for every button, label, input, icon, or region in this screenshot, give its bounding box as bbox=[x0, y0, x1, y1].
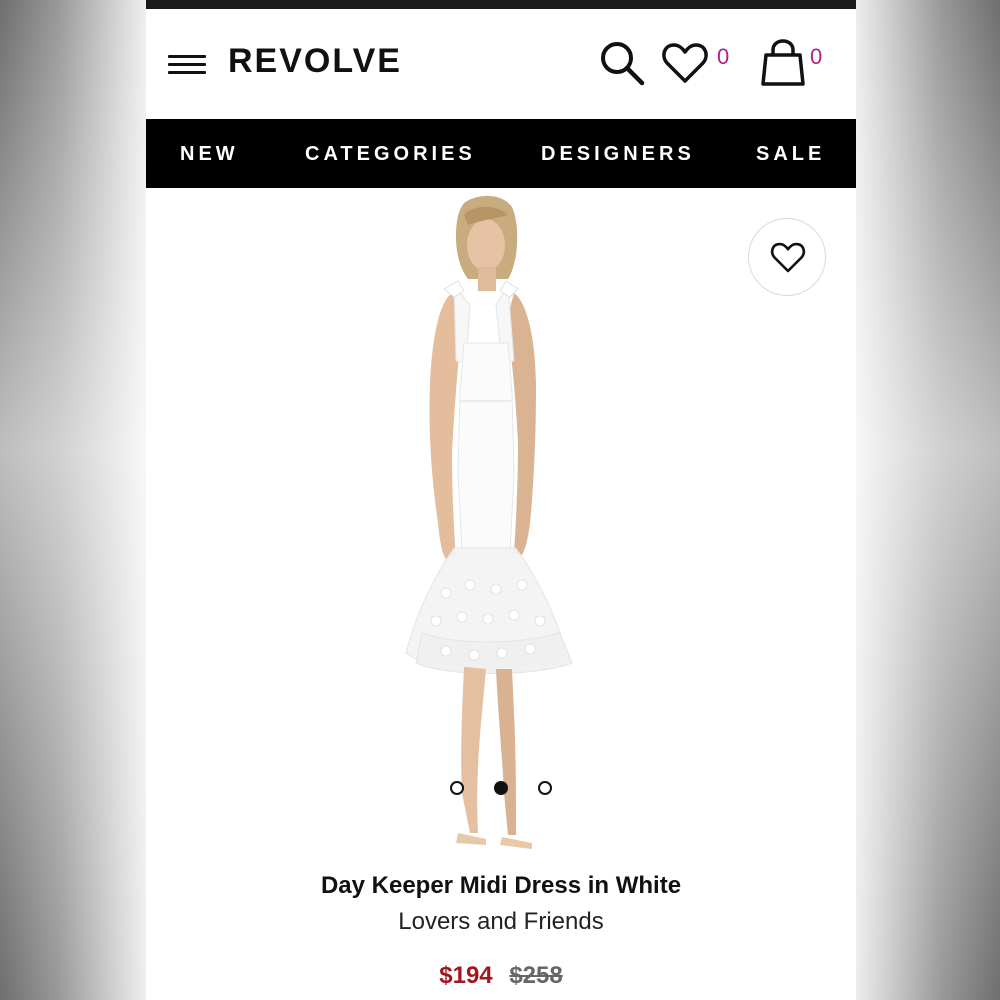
site-logo[interactable]: REVOLVE bbox=[228, 42, 402, 81]
carousel-dot-1[interactable] bbox=[450, 781, 464, 795]
site-header: REVOLVE 0 0 bbox=[146, 9, 856, 119]
price-row: $194 $258 bbox=[146, 962, 856, 990]
nav-item-new[interactable]: NEW bbox=[180, 143, 239, 166]
wishlist-count: 0 bbox=[717, 44, 730, 69]
add-to-wishlist-button[interactable] bbox=[748, 218, 826, 296]
nav-item-sale[interactable]: SALE bbox=[756, 143, 825, 166]
sale-price: $194 bbox=[439, 962, 493, 989]
product-image[interactable] bbox=[346, 193, 626, 858]
status-strip bbox=[146, 0, 856, 9]
product-gallery bbox=[146, 188, 856, 868]
original-price: $258 bbox=[509, 962, 563, 989]
phone-screen: REVOLVE 0 0 NEW CATEGORIES DESIGNERS SAL… bbox=[146, 0, 856, 1000]
bag-icon[interactable] bbox=[760, 39, 806, 87]
heart-icon[interactable] bbox=[661, 41, 709, 85]
bag-count: 0 bbox=[810, 44, 823, 69]
product-brand[interactable]: Lovers and Friends bbox=[146, 908, 856, 936]
main-nav: NEW CATEGORIES DESIGNERS SALE bbox=[146, 119, 856, 188]
product-title: Day Keeper Midi Dress in White bbox=[320, 872, 682, 899]
heart-outline-icon bbox=[770, 242, 806, 273]
nav-item-categories[interactable]: CATEGORIES bbox=[305, 143, 476, 166]
nav-item-designers[interactable]: DESIGNERS bbox=[541, 143, 695, 166]
carousel-indicator bbox=[446, 778, 566, 798]
carousel-dot-2[interactable] bbox=[494, 781, 508, 795]
search-icon[interactable] bbox=[598, 39, 646, 87]
menu-icon[interactable] bbox=[168, 53, 206, 77]
carousel-dot-3[interactable] bbox=[538, 781, 552, 795]
